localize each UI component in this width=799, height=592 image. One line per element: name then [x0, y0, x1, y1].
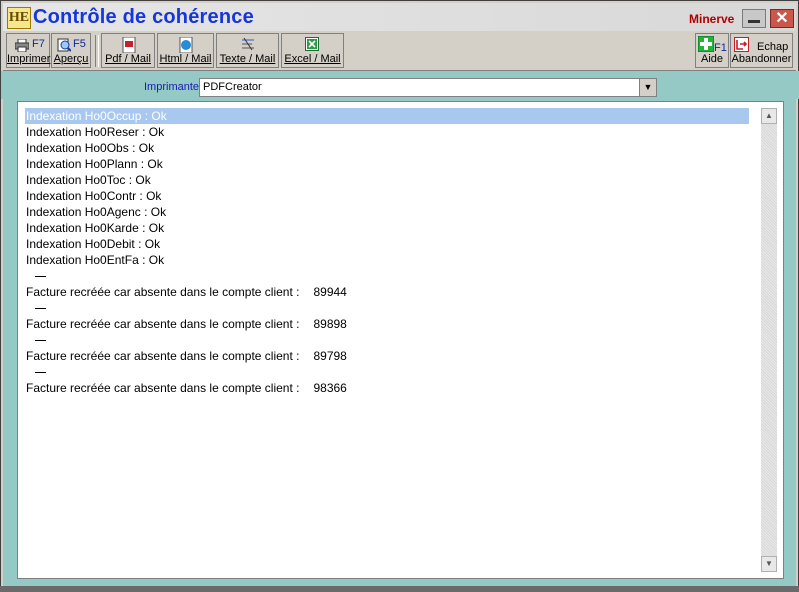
invoice-row[interactable]: Facture recréée car absente dans le comp… — [25, 380, 749, 396]
title-bar: HE Contrôle de cohérence Minerve ✕ — [3, 3, 796, 31]
bottom-border — [0, 586, 799, 592]
separator-dash — [35, 308, 46, 310]
list-item[interactable]: Indexation Ho0Plann : Ok — [25, 156, 749, 172]
help-cross-icon — [698, 36, 714, 52]
invoice-text: Facture recréée car absente dans le comp… — [26, 381, 300, 395]
print-button[interactable]: F7 Imprimer — [6, 33, 50, 68]
list-item[interactable]: Indexation Ho0EntFa : Ok — [25, 252, 749, 268]
list-item[interactable]: Indexation Ho0Karde : Ok — [25, 220, 749, 236]
brand-label: Minerve — [689, 12, 735, 26]
list-item[interactable]: Indexation Ho0Contr : Ok — [25, 188, 749, 204]
app-logo-icon: HE — [7, 7, 31, 29]
cancel-button[interactable]: Echap Abandonner — [730, 33, 793, 68]
separator-row[interactable] — [25, 268, 749, 284]
cancel-label: Abandonner — [731, 53, 792, 65]
print-key: F7 — [32, 38, 45, 50]
results-list: Indexation Ho0Occup : Ok Indexation Ho0R… — [25, 108, 749, 396]
toolbar-separator — [95, 35, 99, 67]
invoice-number: 89944 — [313, 285, 347, 299]
list-item[interactable]: Indexation Ho0Debit : Ok — [25, 236, 749, 252]
results-listbox[interactable]: Indexation Ho0Occup : Ok Indexation Ho0R… — [17, 101, 784, 579]
html-mail-button[interactable]: Html / Mail — [157, 33, 214, 68]
help-label: Aide — [700, 53, 724, 65]
excel-mail-button[interactable]: Excel / Mail — [281, 33, 344, 68]
pdf-icon — [122, 37, 136, 53]
exit-icon — [734, 37, 749, 52]
preview-button[interactable]: F5 Aperçu — [51, 33, 91, 68]
invoice-number: 89798 — [313, 349, 347, 363]
printer-label: Imprimante — [144, 81, 200, 93]
toolbar: F7 Imprimer F5 Aperçu Pdf / Mail Html / … — [3, 32, 796, 71]
pdf-mail-label: Pdf / Mail — [105, 53, 151, 65]
chevron-down-icon[interactable]: ▼ — [639, 79, 656, 96]
main-window: HE Contrôle de cohérence Minerve ✕ F7 Im… — [0, 0, 799, 592]
invoice-text: Facture recréée car absente dans le comp… — [26, 349, 300, 363]
print-label: Imprimer — [7, 53, 51, 65]
list-item[interactable]: Indexation Ho0Toc : Ok — [25, 172, 749, 188]
window-title: Contrôle de cohérence — [33, 6, 254, 28]
invoice-text: Facture recréée car absente dans le comp… — [26, 285, 300, 299]
list-item[interactable]: Indexation Ho0Reser : Ok — [25, 124, 749, 140]
list-item[interactable]: Indexation Ho0Occup : Ok — [25, 108, 749, 124]
printer-icon — [15, 39, 29, 52]
vertical-scrollbar[interactable]: ▲ ▼ — [761, 108, 777, 572]
invoice-row[interactable]: Facture recréée car absente dans le comp… — [25, 316, 749, 332]
separator-row[interactable] — [25, 364, 749, 380]
excel-mail-label: Excel / Mail — [284, 53, 341, 65]
preview-icon — [57, 38, 71, 52]
separator-dash — [35, 372, 46, 374]
preview-key: F5 — [73, 38, 86, 50]
printer-select[interactable]: PDFCreator ▼ — [199, 78, 657, 97]
list-item[interactable]: Indexation Ho0Obs : Ok — [25, 140, 749, 156]
scroll-up-icon[interactable]: ▲ — [761, 108, 777, 124]
html-mail-label: Html / Mail — [159, 53, 212, 65]
cancel-key: Echap — [757, 41, 789, 53]
text-icon — [242, 37, 254, 51]
html-icon — [179, 37, 193, 53]
help-button[interactable]: F1 Aide — [695, 33, 729, 68]
text-mail-button[interactable]: Texte / Mail — [216, 33, 279, 68]
invoice-row[interactable]: Facture recréée car absente dans le comp… — [25, 284, 749, 300]
preview-label: Aperçu — [53, 53, 89, 65]
invoice-text: Facture recréée car absente dans le comp… — [26, 317, 300, 331]
printer-select-value: PDFCreator — [203, 81, 262, 93]
invoice-number: 89898 — [313, 317, 347, 331]
scroll-down-icon[interactable]: ▼ — [761, 556, 777, 572]
invoice-row[interactable]: Facture recréée car absente dans le comp… — [25, 348, 749, 364]
separator-dash — [35, 340, 46, 342]
excel-icon — [305, 37, 319, 51]
separator-row[interactable] — [25, 332, 749, 348]
separator-dash — [35, 276, 46, 278]
list-item[interactable]: Indexation Ho0Agenc : Ok — [25, 204, 749, 220]
pdf-mail-button[interactable]: Pdf / Mail — [101, 33, 155, 68]
invoice-number: 98366 — [313, 381, 347, 395]
separator-row[interactable] — [25, 300, 749, 316]
text-mail-label: Texte / Mail — [219, 53, 276, 65]
minimize-button[interactable] — [742, 9, 766, 28]
close-button[interactable]: ✕ — [770, 9, 794, 28]
